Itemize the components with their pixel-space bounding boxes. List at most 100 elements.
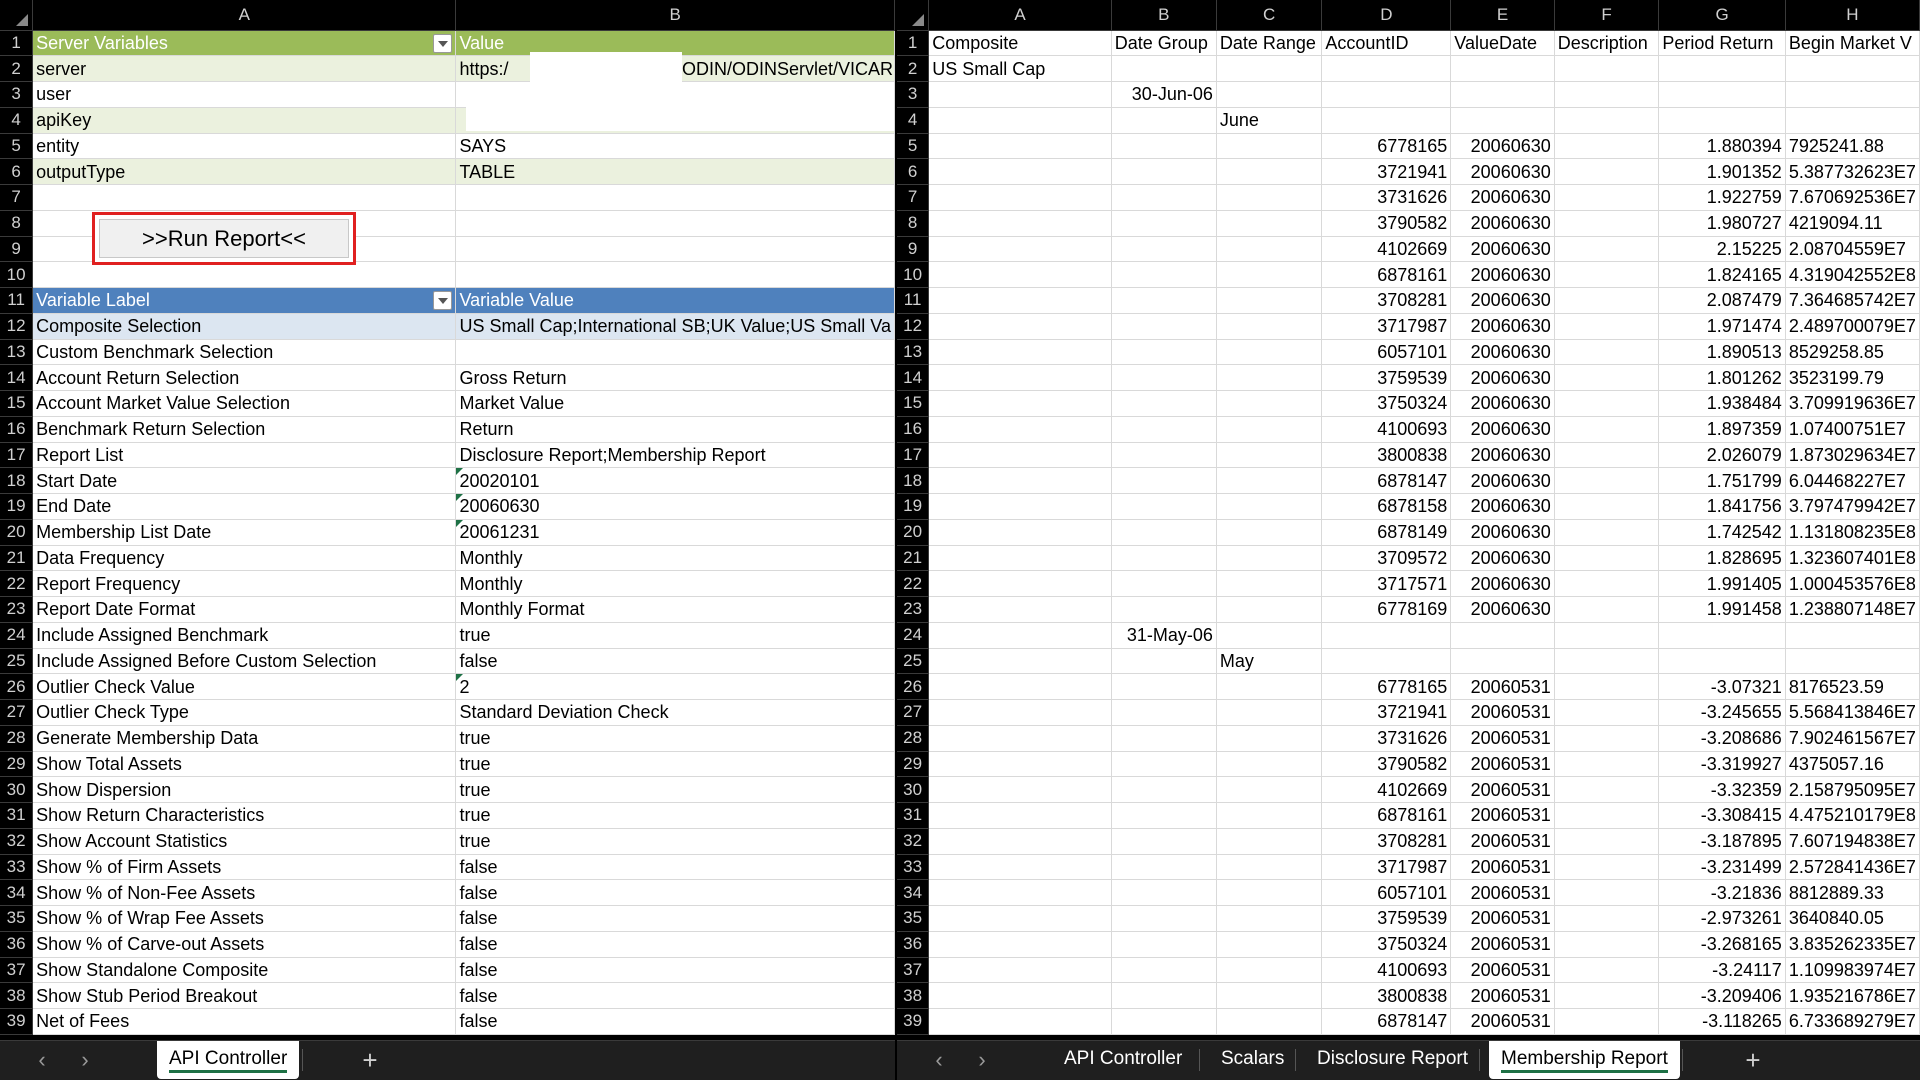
row-header[interactable]: 16 (0, 416, 34, 443)
cell-d[interactable] (1321, 107, 1452, 134)
cell-b[interactable] (1111, 802, 1217, 829)
cell-a[interactable]: Show Standalone Composite (32, 957, 457, 984)
cell-b[interactable] (1111, 957, 1217, 984)
cell-f[interactable] (1554, 802, 1660, 829)
cell-a[interactable] (928, 570, 1112, 597)
cell-b[interactable]: false (455, 931, 895, 958)
row-header[interactable]: 29 (897, 751, 930, 778)
cell-e[interactable] (1450, 622, 1555, 649)
column-header-a[interactable]: A (928, 0, 1112, 31)
cell-h[interactable]: 1.07400751E7 (1785, 416, 1920, 443)
cell-h[interactable]: 8529258.85 (1785, 339, 1920, 366)
cell-f[interactable] (1554, 467, 1660, 494)
cell-c[interactable] (1216, 467, 1323, 494)
cell-h[interactable]: 7.902461567E7 (1785, 725, 1920, 752)
cell-d[interactable]: 4100693 (1321, 957, 1452, 984)
row-header[interactable]: 25 (897, 648, 930, 675)
cell-e[interactable]: 20060531 (1450, 957, 1555, 984)
cell-c[interactable] (1216, 751, 1323, 778)
cell-b[interactable]: Gross Return (455, 364, 895, 391)
cell-c[interactable] (1216, 287, 1323, 314)
cell-d[interactable]: 6878161 (1321, 261, 1452, 288)
cell-a[interactable] (928, 776, 1112, 803)
cell-b[interactable] (1111, 493, 1217, 520)
cell-g[interactable]: 1.841756 (1658, 493, 1786, 520)
cell-d[interactable]: AccountID (1321, 30, 1452, 57)
cell-c[interactable] (1216, 725, 1323, 752)
scroll-tabs-left-icon[interactable]: ‹ (30, 1049, 54, 1071)
row-header[interactable]: 2 (0, 55, 34, 82)
cell-b[interactable]: true (455, 751, 895, 778)
cell-c[interactable] (1216, 905, 1323, 932)
cell-c[interactable] (1216, 158, 1323, 185)
cell-e[interactable]: 20060630 (1450, 493, 1555, 520)
cell-a[interactable] (928, 622, 1112, 649)
cell-e[interactable]: 20060531 (1450, 776, 1555, 803)
cell-d[interactable]: 4102669 (1321, 236, 1452, 263)
tab-api-controller[interactable]: API Controller (1052, 1041, 1194, 1077)
cell-d[interactable]: 6778165 (1321, 133, 1452, 160)
cell-b[interactable]: Return (455, 416, 895, 443)
cell-h[interactable] (1785, 648, 1920, 675)
cell-c[interactable] (1216, 261, 1323, 288)
cell-b[interactable] (1111, 673, 1217, 700)
row-header[interactable]: 17 (897, 442, 930, 469)
cell-e[interactable]: 20060630 (1450, 184, 1555, 211)
cell-g[interactable]: 2.026079 (1658, 442, 1786, 469)
cell-a[interactable] (32, 184, 457, 211)
cell-h[interactable]: 3.835262335E7 (1785, 931, 1920, 958)
row-header[interactable]: 27 (0, 699, 34, 726)
cell-h[interactable]: 2.489700079E7 (1785, 313, 1920, 340)
cell-c[interactable] (1216, 776, 1323, 803)
cell-h[interactable]: 7.364685742E7 (1785, 287, 1920, 314)
cell-e[interactable]: 20060531 (1450, 1008, 1555, 1035)
cell-a[interactable] (928, 957, 1112, 984)
cell-d[interactable]: 3790582 (1321, 210, 1452, 237)
cell-e[interactable]: 20060531 (1450, 982, 1555, 1009)
cell-d[interactable] (1321, 648, 1452, 675)
cell-g[interactable]: 1.880394 (1658, 133, 1786, 160)
cell-h[interactable]: 3.709919636E7 (1785, 390, 1920, 417)
cell-b[interactable] (1111, 364, 1217, 391)
cell-c[interactable] (1216, 442, 1323, 469)
cell-g[interactable]: -3.187895 (1658, 828, 1786, 855)
cell-f[interactable] (1554, 982, 1660, 1009)
cell-c[interactable] (1216, 236, 1323, 263)
cell-b[interactable] (1111, 570, 1217, 597)
cell-d[interactable]: 3800838 (1321, 982, 1452, 1009)
cell-g[interactable] (1658, 81, 1786, 108)
row-header[interactable]: 10 (897, 261, 930, 288)
cell-d[interactable]: 3750324 (1321, 931, 1452, 958)
cell-d[interactable]: 3731626 (1321, 725, 1452, 752)
cell-g[interactable]: 1.751799 (1658, 467, 1786, 494)
cell-b[interactable] (1111, 905, 1217, 932)
cell-f[interactable] (1554, 158, 1660, 185)
cell-c[interactable]: Date Range (1216, 30, 1323, 57)
cell-g[interactable]: -3.07321 (1658, 673, 1786, 700)
cell-b[interactable] (1111, 313, 1217, 340)
row-header[interactable]: 34 (897, 879, 930, 906)
cell-c[interactable] (1216, 802, 1323, 829)
cell-a[interactable] (928, 364, 1112, 391)
cell-b[interactable] (1111, 725, 1217, 752)
cell-b[interactable] (1111, 107, 1217, 134)
cell-d[interactable]: 4100693 (1321, 416, 1452, 443)
row-header[interactable]: 28 (897, 725, 930, 752)
cell-f[interactable] (1554, 261, 1660, 288)
row-header[interactable]: 11 (0, 287, 34, 314)
cell-h[interactable]: 3.797479942E7 (1785, 493, 1920, 520)
cell-a[interactable] (928, 751, 1112, 778)
cell-a[interactable] (928, 648, 1112, 675)
cell-b[interactable]: 2 (455, 673, 895, 700)
row-header[interactable]: 14 (897, 364, 930, 391)
row-header[interactable]: 10 (0, 261, 34, 288)
row-header[interactable]: 30 (0, 776, 34, 803)
cell-a[interactable] (928, 133, 1112, 160)
cell-h[interactable] (1785, 622, 1920, 649)
cell-a[interactable]: US Small Cap (928, 55, 1112, 82)
cell-b[interactable] (1111, 158, 1217, 185)
column-header-d[interactable]: D (1321, 0, 1452, 31)
cell-b[interactable] (1111, 519, 1217, 546)
row-header[interactable]: 4 (0, 107, 34, 134)
cell-a[interactable] (928, 442, 1112, 469)
